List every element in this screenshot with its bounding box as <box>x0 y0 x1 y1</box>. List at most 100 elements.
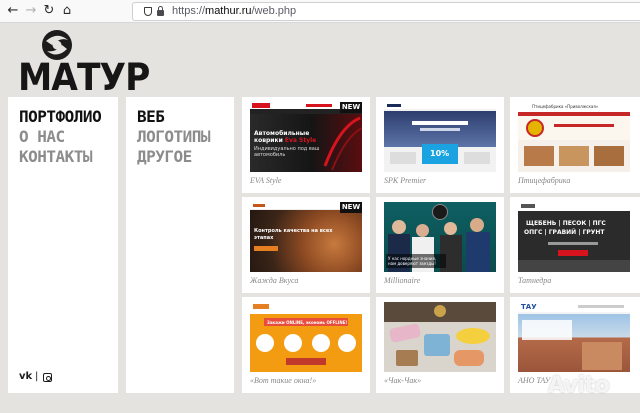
back-icon[interactable]: ← <box>5 3 21 19</box>
project-card-chak-chak[interactable]: «Чак-Чак» <box>376 297 504 393</box>
project-card-tatnedra[interactable]: ЩЕБЕНЬ | ПЕСОК | ПГС ОПГС | ГРАВИЙ | ГРУ… <box>510 197 640 293</box>
thumb-header <box>518 202 630 211</box>
url-text[interactable]: https://mathur.ru/web.php <box>172 5 296 17</box>
social-separator: | <box>35 371 39 382</box>
project-thumbnail[interactable]: Птицефабрика «Приволжская» <box>518 102 630 172</box>
project-caption[interactable]: EVA Style <box>250 176 281 185</box>
main-nav-panel: ПОРТФОЛИО О НАС КОНТАКТЫ <box>8 97 118 393</box>
thumb-building <box>582 342 622 370</box>
thumb-person <box>416 224 429 237</box>
thumb-headline-2: ОПГС | ГРАВИЙ | ГРУНТ <box>524 229 605 236</box>
project-thumbnail[interactable]: Контроль качества на всех этапах NEW <box>250 202 362 272</box>
thumb-logo <box>521 204 535 208</box>
thumb-step-icon <box>338 334 356 352</box>
thumb-subline-2: автомобиль <box>254 152 286 158</box>
thumb-percent: 10% <box>430 149 450 158</box>
thumb-person <box>444 222 457 235</box>
home-icon[interactable]: ⌂ <box>59 3 75 19</box>
reload-icon[interactable]: ↻ <box>41 3 57 19</box>
thumb-headline-2: коврики Eva Style <box>254 137 316 144</box>
thumb-footer <box>518 260 630 272</box>
thumb-product <box>559 146 589 166</box>
nav-contacts[interactable]: КОНТАКТЫ <box>19 147 93 166</box>
project-card-spk-premier[interactable]: 10% SPK Premier <box>376 97 504 193</box>
category-logos[interactable]: ЛОГОТИПЫ <box>137 127 211 146</box>
thumb-brand: ТАУ <box>521 303 537 311</box>
thumb-hero: Автомобильные коврики Eva Style Индивиду… <box>250 114 362 172</box>
project-thumbnail[interactable]: ТАУ <box>518 302 630 372</box>
thumb-note: У нас нордные знания, нам доверяют звезд… <box>386 254 446 268</box>
project-thumbnail[interactable]: Автомобильные коврики Eva Style Индивиду… <box>250 102 362 172</box>
thumb-person <box>466 232 490 272</box>
project-thumbnail[interactable]: 10% <box>384 102 496 172</box>
thumb-hero: Закажи ONLINE, экономь OFFLINE! <box>250 314 362 372</box>
project-caption[interactable]: SPK Premier <box>384 176 426 185</box>
car-mat-image-icon <box>323 116 362 171</box>
thumb-cta <box>286 358 326 365</box>
thumb-feature <box>390 152 416 164</box>
category-nav-panel: ВЕБ ЛОГОТИПЫ ДРУГОЕ <box>126 97 234 393</box>
new-badge: NEW <box>340 202 362 213</box>
project-caption[interactable]: «Чак-Чак» <box>384 376 421 385</box>
category-other[interactable]: ДРУГОЕ <box>137 147 192 166</box>
project-thumbnail[interactable] <box>384 302 496 372</box>
thumb-item <box>396 350 418 366</box>
thumb-percent-block: 10% <box>422 144 458 164</box>
thumb-text-box <box>522 320 572 340</box>
thumb-product <box>524 146 554 166</box>
thumb-headline-word: коврики <box>254 137 283 144</box>
nav-portfolio[interactable]: ПОРТФОЛИО <box>19 107 102 126</box>
thumb-brand: Птицефабрика «Приволжская» <box>532 104 599 109</box>
url-host: mathur.ru <box>205 5 252 17</box>
thumb-banner: Закажи ONLINE, экономь OFFLINE! <box>264 318 348 326</box>
thumb-header <box>384 102 496 109</box>
thumb-subline <box>548 242 598 245</box>
project-caption[interactable]: Татнедра <box>518 276 551 285</box>
instagram-icon[interactable] <box>43 373 52 382</box>
project-card-millionaire[interactable]: У нас нордные знания, нам доверяют звезд… <box>376 197 504 293</box>
thumb-step-icon <box>256 334 274 352</box>
thumb-logo <box>434 305 446 317</box>
project-thumbnail[interactable]: ЩЕБЕНЬ | ПЕСОК | ПГС ОПГС | ГРАВИЙ | ГРУ… <box>518 202 630 272</box>
address-bar[interactable]: https://mathur.ru/web.php <box>132 2 640 21</box>
tracking-shield-icon[interactable] <box>144 7 152 16</box>
thumb-header <box>250 302 362 311</box>
thumb-step-icon <box>284 334 302 352</box>
category-web[interactable]: ВЕБ <box>137 107 165 126</box>
project-card-windows[interactable]: Закажи ONLINE, экономь OFFLINE! «Вот так… <box>242 297 370 393</box>
project-caption[interactable]: АНО ТАУ <box>518 376 550 385</box>
thumb-hero <box>518 314 630 372</box>
project-thumbnail[interactable]: Закажи ONLINE, экономь OFFLINE! <box>250 302 362 372</box>
project-caption[interactable]: Millionaire <box>384 276 420 285</box>
thumb-product <box>594 146 624 166</box>
project-caption[interactable]: Жажда Вкуса <box>250 276 298 285</box>
thumb-person <box>392 220 406 234</box>
thumb-headline-2: этапах <box>254 235 274 241</box>
thumb-headline <box>412 121 468 125</box>
project-thumbnail[interactable]: У нас нордные знания, нам доверяют звезд… <box>384 202 496 272</box>
thumb-logo <box>252 103 270 108</box>
forward-icon[interactable]: → <box>23 3 39 19</box>
url-scheme: https:// <box>172 5 206 17</box>
thumb-hero: Контроль качества на всех этапах <box>250 210 362 272</box>
thumb-hero <box>518 116 630 140</box>
thumb-brand: Eva Style <box>284 137 317 144</box>
thumb-logo <box>387 104 401 107</box>
nav-about[interactable]: О НАС <box>19 127 65 146</box>
thumb-shoe <box>388 323 422 343</box>
thumb-menu <box>578 305 624 308</box>
site-logo-text[interactable]: МАТУР <box>18 56 150 99</box>
project-card-eva-style[interactable]: Автомобильные коврики Eva Style Индивиду… <box>242 97 370 193</box>
project-caption[interactable]: «Вот такие окна!» <box>250 376 316 385</box>
project-caption[interactable]: Птицефабрика <box>518 176 570 185</box>
avito-watermark: Avito <box>548 373 610 398</box>
thumb-cta <box>558 250 588 256</box>
thumb-step-icon <box>312 334 330 352</box>
project-card-poultry[interactable]: Птицефабрика «Приволжская» Птицефабрика <box>510 97 640 193</box>
vk-icon[interactable]: vk <box>19 371 32 382</box>
lock-icon[interactable] <box>157 6 164 16</box>
thumb-logo <box>526 119 544 137</box>
project-card-thirst-for-taste[interactable]: Контроль качества на всех этапах NEW Жаж… <box>242 197 370 293</box>
thumb-logo <box>253 304 269 309</box>
thumb-logo <box>253 204 265 207</box>
